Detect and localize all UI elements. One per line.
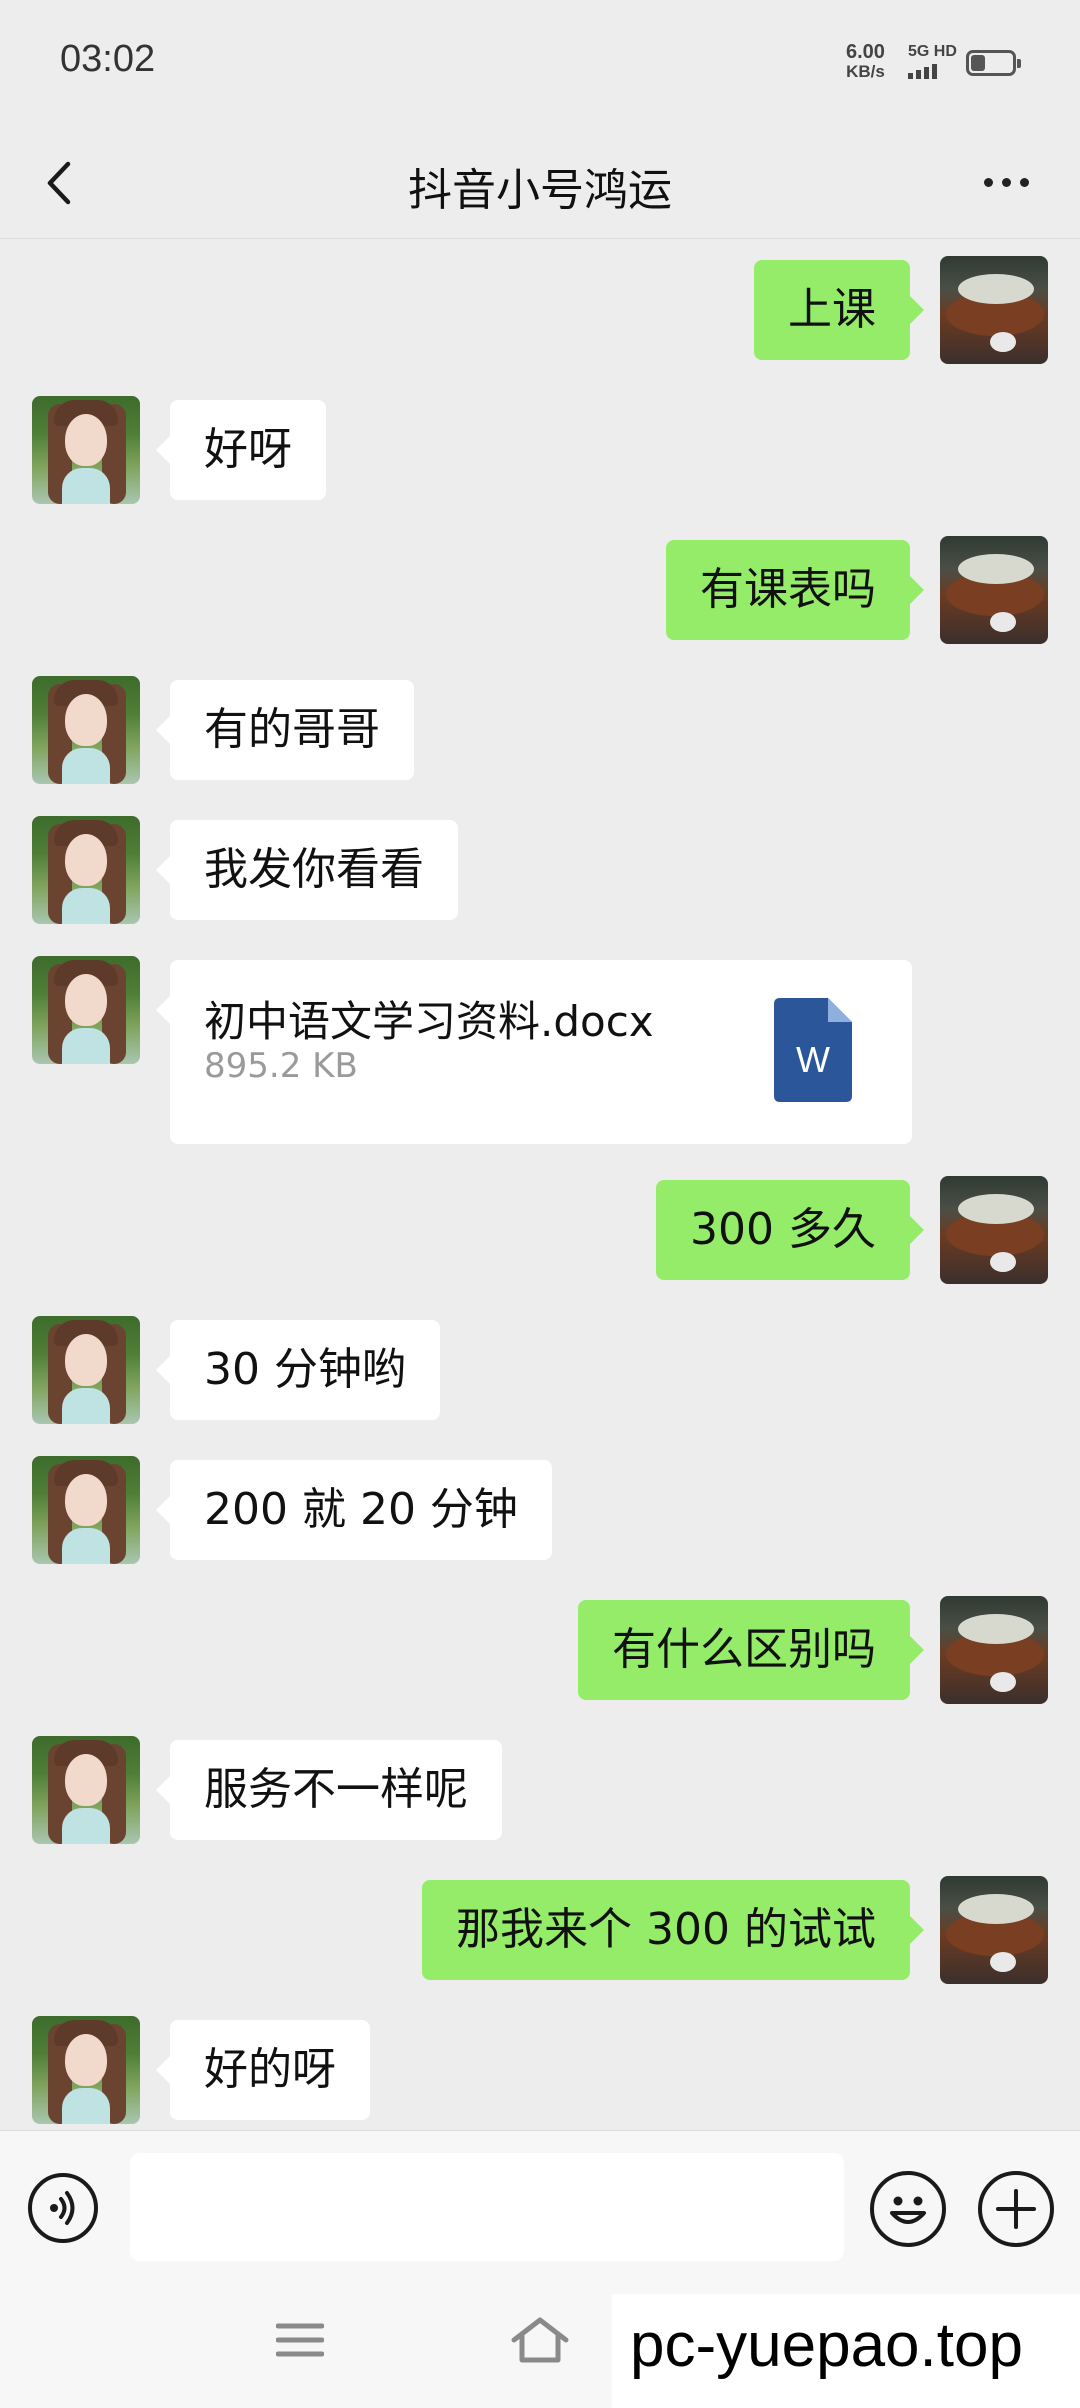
signal-label: 5G HD	[908, 43, 957, 60]
contact-avatar[interactable]	[32, 1736, 140, 1844]
chat-header: 抖音小号鸿运	[0, 130, 1080, 239]
message-input-bar	[0, 2130, 1080, 2281]
emoji-button[interactable]	[870, 2171, 946, 2247]
signal-bars-icon	[908, 64, 957, 79]
network-speed: 6.00 KB/s	[846, 42, 885, 82]
word-document-icon: W	[774, 998, 852, 1102]
message-bubble-outgoing[interactable]: 那我来个 300 的试试	[422, 1880, 924, 1980]
message-row: 有的哥哥	[0, 676, 1080, 784]
contact-avatar[interactable]	[32, 956, 140, 1064]
contact-avatar[interactable]	[32, 396, 140, 504]
contact-avatar[interactable]	[32, 1456, 140, 1564]
menu-icon[interactable]	[276, 2320, 324, 2360]
my-avatar[interactable]	[940, 1876, 1048, 1984]
message-row: 200 就 20 分钟	[0, 1456, 1080, 1564]
message-row: 好呀	[0, 396, 1080, 504]
watermark-overlay: pc-yuepao.top	[612, 2294, 1080, 2408]
message-input[interactable]	[130, 2153, 844, 2261]
contact-avatar[interactable]	[32, 2016, 140, 2124]
home-icon[interactable]	[510, 2316, 570, 2366]
message-row: 30 分钟哟	[0, 1316, 1080, 1424]
message-row: 初中语文学习资料.docx 895.2 KB W	[0, 956, 1080, 1148]
message-row: 我发你看看	[0, 816, 1080, 924]
more-dots-icon	[983, 177, 993, 187]
message-row: 服务不一样呢	[0, 1736, 1080, 1844]
message-bubble-incoming[interactable]: 好的呀	[156, 2020, 370, 2120]
status-time: 03:02	[60, 38, 156, 80]
more-functions-button[interactable]	[978, 2171, 1054, 2247]
my-avatar[interactable]	[940, 1176, 1048, 1284]
message-bubble-incoming[interactable]: 30 分钟哟	[156, 1320, 440, 1420]
message-bubble-incoming[interactable]: 好呀	[156, 400, 326, 500]
contact-avatar[interactable]	[32, 676, 140, 784]
watermark-text: pc-yuepao.top	[630, 2311, 1023, 2380]
voice-input-button[interactable]	[28, 2173, 98, 2243]
my-avatar[interactable]	[940, 536, 1048, 644]
message-row: 300 多久	[0, 1176, 1080, 1284]
file-size: 895.2 KB	[204, 1046, 358, 1086]
system-navigation-bar: pc-yuepao.top	[0, 2280, 1080, 2408]
message-row: 有课表吗	[0, 536, 1080, 644]
battery-icon	[966, 50, 1021, 76]
message-bubble-outgoing[interactable]: 有课表吗	[666, 540, 924, 640]
word-icon-letter: W	[796, 1039, 830, 1080]
contact-avatar[interactable]	[32, 1316, 140, 1424]
plus-icon	[996, 2189, 1036, 2229]
message-bubble-incoming[interactable]: 有的哥哥	[156, 680, 414, 780]
file-attachment-card[interactable]: 初中语文学习资料.docx 895.2 KB W	[156, 960, 912, 1144]
message-bubble-outgoing[interactable]: 上课	[754, 260, 924, 360]
network-speed-value: 6.00	[846, 41, 885, 63]
message-row: 上课	[0, 256, 1080, 364]
file-name: 初中语文学习资料.docx	[204, 997, 654, 1046]
contact-avatar[interactable]	[32, 816, 140, 924]
message-bubble-incoming[interactable]: 服务不一样呢	[156, 1740, 502, 1840]
message-row: 有什么区别吗	[0, 1596, 1080, 1704]
message-bubble-incoming[interactable]: 200 就 20 分钟	[156, 1460, 552, 1560]
message-bubble-outgoing[interactable]: 有什么区别吗	[578, 1600, 924, 1700]
more-options-button[interactable]	[966, 152, 1046, 212]
network-speed-unit: KB/s	[846, 62, 885, 81]
my-avatar[interactable]	[940, 1596, 1048, 1704]
voice-icon	[50, 2191, 75, 2225]
smiley-icon	[890, 2196, 926, 2224]
message-bubble-incoming[interactable]: 我发你看看	[156, 820, 458, 920]
status-bar: 03:02 6.00 KB/s 5G HD	[0, 0, 1080, 130]
message-row: 好的呀	[0, 2016, 1080, 2124]
message-bubble-outgoing[interactable]: 300 多久	[656, 1180, 924, 1280]
my-avatar[interactable]	[940, 256, 1048, 364]
chat-title: 抖音小号鸿运	[408, 165, 672, 216]
signal-indicator: 5G HD	[908, 44, 957, 79]
message-row: 那我来个 300 的试试	[0, 1876, 1080, 1984]
